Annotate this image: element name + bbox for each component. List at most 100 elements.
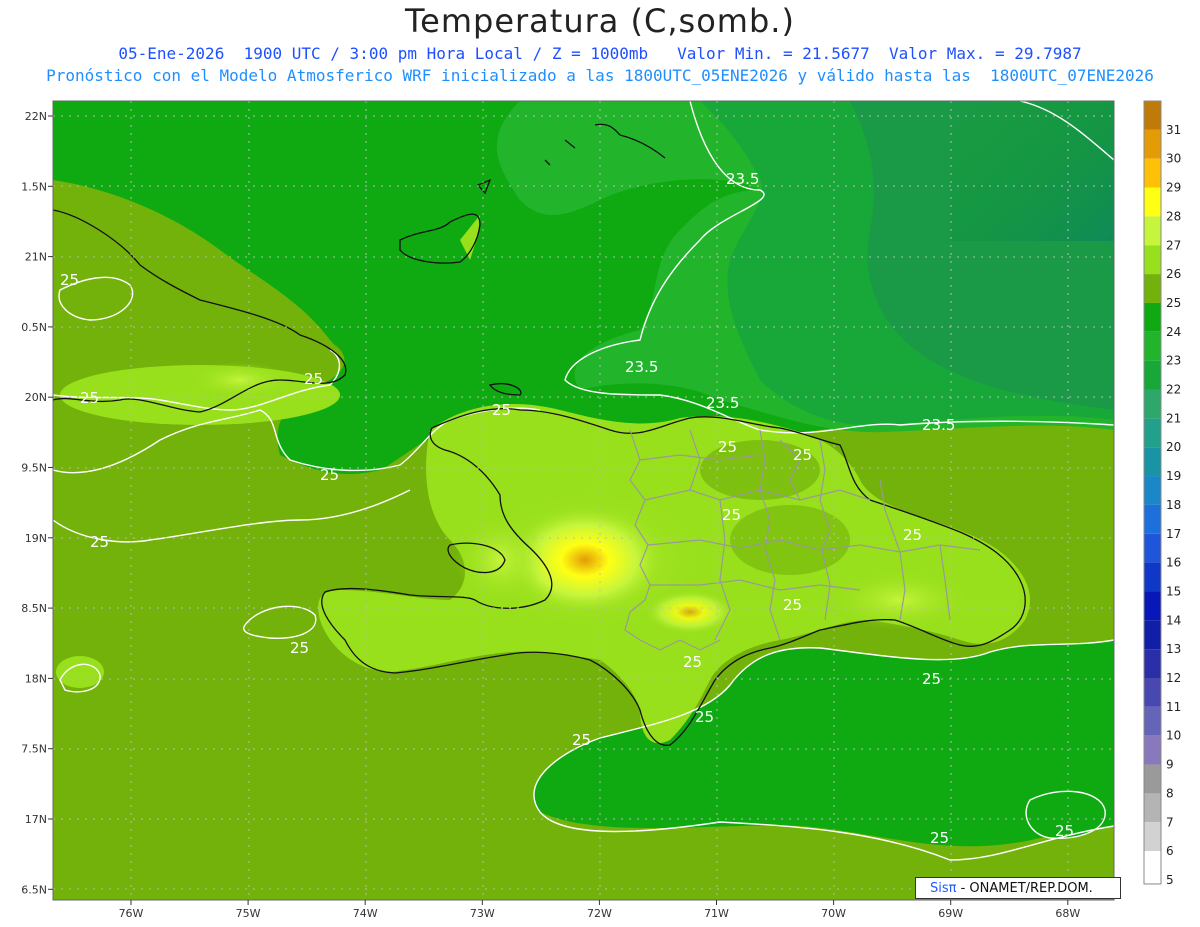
latitude-tick-label: 6.5N — [21, 883, 47, 896]
longitude-tick-label: 70W — [821, 907, 846, 920]
colorbar-cell — [1144, 302, 1161, 332]
colorbar-cell — [1144, 591, 1161, 621]
latitude-tick-label: 19N — [25, 532, 47, 545]
colorbar-label: 12 — [1166, 671, 1181, 685]
latitude-tick-label: 7.5N — [21, 743, 47, 756]
longitude-axis: 76W 75W 74W 73W 72W 71W 70W 69W 68W — [119, 900, 1080, 920]
colorbar-label: 24 — [1166, 325, 1181, 339]
contour-label: 23.5 — [706, 394, 739, 412]
colorbar-cell — [1144, 822, 1161, 852]
colorbar-label: 11 — [1166, 700, 1181, 714]
colorbar-label: 26 — [1166, 267, 1181, 281]
latitude-tick-label: 20N — [25, 391, 47, 404]
colorbar-label: 27 — [1166, 238, 1181, 252]
contour-label: 25 — [290, 639, 309, 657]
colorbar-cell — [1144, 187, 1161, 217]
colorbar-label: 7 — [1166, 815, 1174, 829]
colorbar-cell — [1144, 447, 1161, 477]
colorbar-label: 16 — [1166, 556, 1181, 570]
latitude-tick-label: 17N — [25, 813, 47, 826]
colorbar-label: 8 — [1166, 786, 1174, 800]
longitude-tick-label: 71W — [704, 907, 729, 920]
contour-label: 25 — [304, 370, 323, 388]
colorbar-label: 14 — [1166, 613, 1181, 627]
latitude-tick-label: 9.5N — [21, 462, 47, 475]
colorbar-label: 30 — [1166, 152, 1181, 166]
map-area: 25 25 25 25 25 25 25 25 25 25 25 25 25 2… — [53, 101, 1114, 900]
colorbar-label: 10 — [1166, 729, 1181, 743]
colorbar-cell — [1144, 649, 1161, 678]
contour-label: 25 — [492, 401, 511, 419]
colorbar-cell — [1144, 389, 1161, 419]
colorbar-label: 9 — [1166, 758, 1174, 772]
colorbar: 31 30 29 28 27 26 25 24 23 22 21 20 19 18 17 16 15 14 13 12… — [1143, 100, 1181, 909]
contour-label: 25 — [718, 438, 737, 456]
contour-label: 25 — [722, 506, 741, 524]
contour-label: 23.5 — [922, 416, 955, 434]
longitude-tick-label: 76W — [119, 907, 144, 920]
field-27-east — [830, 570, 970, 630]
longitude-tick-label: 68W — [1055, 907, 1080, 920]
credit-text: - ONAMET/REP.DOM. — [956, 881, 1093, 896]
colorbar-cell — [1144, 331, 1161, 361]
contour-label: 25 — [572, 731, 591, 749]
colorbar-label: 13 — [1166, 642, 1181, 656]
latitude-tick-label: 1.5N — [21, 180, 47, 193]
contour-label: 25 — [922, 670, 941, 688]
field-25-central — [730, 505, 850, 575]
contour-label: 25 — [80, 389, 99, 407]
colorbar-cell — [1144, 129, 1161, 159]
colorbar-cell — [1144, 706, 1161, 736]
latitude-tick-label: 18N — [25, 672, 47, 685]
longitude-tick-label: 75W — [236, 907, 261, 920]
colorbar-cell — [1144, 274, 1161, 303]
credit-box: Sisπ - ONAMET/REP.DOM. — [915, 877, 1121, 899]
colorbar-label: 29 — [1166, 181, 1181, 195]
colorbar-label: 31 — [1166, 123, 1181, 137]
colorbar-label: 17 — [1166, 527, 1181, 541]
field-21-ne — [950, 101, 1114, 241]
colorbar-cell — [1144, 851, 1161, 880]
contour-label: 25 — [793, 446, 812, 464]
colorbar-cell — [1144, 562, 1161, 592]
colorbar-cell — [1144, 735, 1161, 765]
colorbar-cell — [1144, 620, 1161, 650]
contour-label: 25 — [683, 653, 702, 671]
colorbar-cell — [1144, 418, 1161, 448]
colorbar-cell — [1144, 504, 1161, 534]
colorbar-cell — [1144, 793, 1161, 823]
longitude-tick-label: 69W — [938, 907, 963, 920]
colorbar-label: 15 — [1166, 584, 1181, 598]
colorbar-label: 22 — [1166, 383, 1181, 397]
colorbar-label: 28 — [1166, 209, 1181, 223]
colorbar-cell — [1144, 764, 1161, 794]
contour-label: 25 — [783, 596, 802, 614]
temperature-map: 25 25 25 25 25 25 25 25 25 25 25 25 25 2… — [21, 100, 1181, 920]
colorbar-label: 19 — [1166, 469, 1181, 483]
colorbar-label: 21 — [1166, 411, 1181, 425]
latitude-tick-label: 22N — [25, 110, 47, 123]
colorbar-label: 18 — [1166, 498, 1181, 512]
contour-label: 23.5 — [726, 170, 759, 188]
latitude-tick-label: 8.5N — [21, 602, 47, 615]
colorbar-label: 6 — [1166, 844, 1174, 858]
colorbar-label: 25 — [1166, 296, 1181, 310]
colorbar-label: 20 — [1166, 440, 1181, 454]
contour-label: 25 — [903, 526, 922, 544]
field-26-jamaica — [56, 656, 104, 688]
latitude-tick-label: 0.5N — [21, 321, 47, 334]
colorbar-cell — [1144, 216, 1161, 246]
contour-label: 25 — [1055, 822, 1074, 840]
latitude-tick-label: 21N — [25, 251, 47, 264]
colorbar-cell — [1144, 245, 1161, 275]
colorbar-cell — [1144, 158, 1161, 188]
longitude-tick-label: 74W — [353, 907, 378, 920]
longitude-tick-label: 72W — [587, 907, 612, 920]
colorbar-label: 5 — [1166, 873, 1174, 887]
sispi-logo: Sisπ — [930, 881, 957, 896]
contour-label: 25 — [320, 466, 339, 484]
colorbar-label: 23 — [1166, 354, 1181, 368]
colorbar-cell — [1144, 533, 1161, 563]
field-27-west — [455, 515, 545, 605]
longitude-tick-label: 73W — [470, 907, 495, 920]
